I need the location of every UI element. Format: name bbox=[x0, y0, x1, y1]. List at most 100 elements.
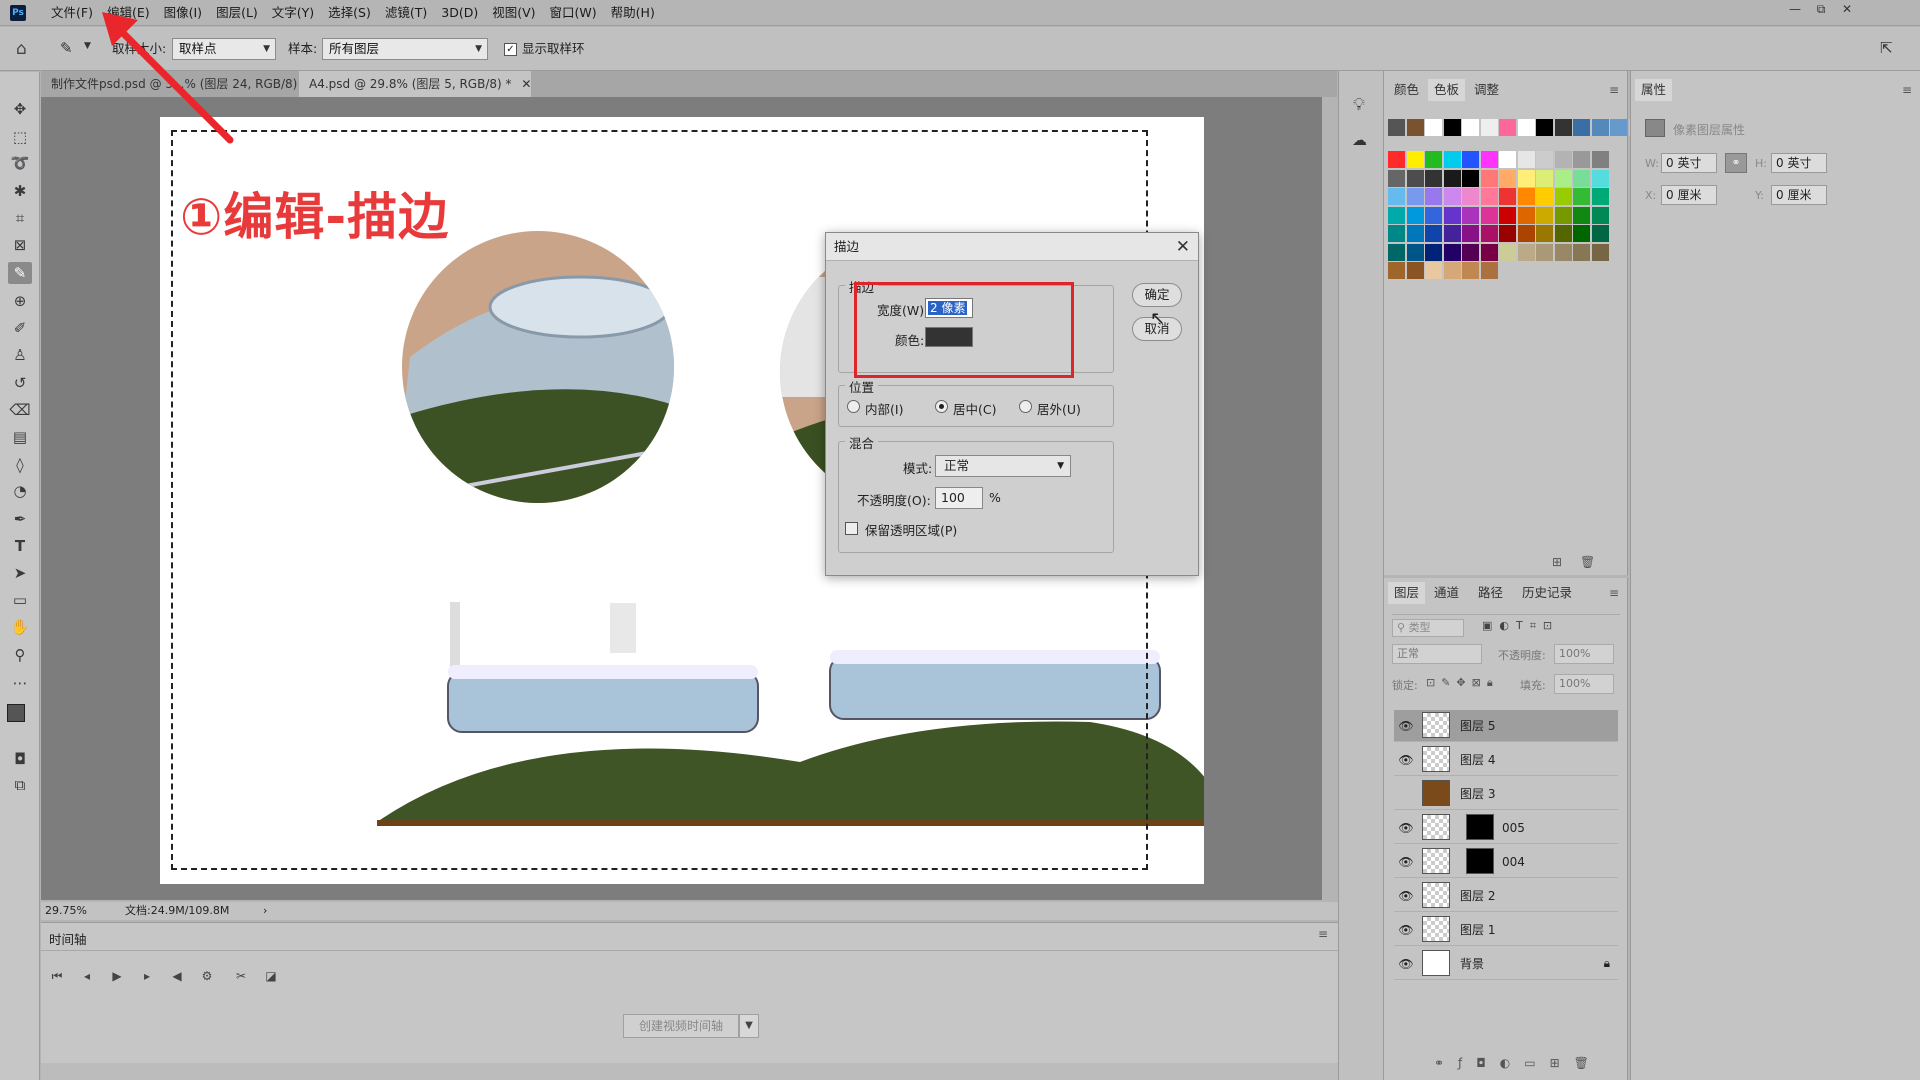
tab-document-2[interactable]: A4.psd @ 29.8% (图层 5, RGB/8) * ✕ bbox=[299, 71, 531, 97]
color-swatch[interactable] bbox=[1406, 151, 1424, 168]
tab-adjustments[interactable]: 调整 bbox=[1468, 79, 1505, 101]
home-icon[interactable]: ⌂ bbox=[16, 39, 27, 59]
zoom-tool-icon[interactable]: ⚲ bbox=[8, 644, 32, 666]
outside-radio[interactable] bbox=[1019, 400, 1032, 413]
color-swatch[interactable] bbox=[1573, 243, 1590, 261]
color-swatch[interactable] bbox=[1517, 206, 1535, 224]
color-swatch[interactable] bbox=[1388, 151, 1405, 168]
cloud-library-icon[interactable]: ☁ bbox=[1352, 131, 1367, 149]
color-swatch[interactable] bbox=[1462, 151, 1479, 168]
color-swatch[interactable] bbox=[1462, 206, 1479, 224]
color-swatch[interactable] bbox=[1425, 151, 1442, 168]
color-swatch[interactable] bbox=[1388, 262, 1405, 279]
trash-icon[interactable]: 🗑︎ bbox=[1580, 555, 1595, 569]
layer-mask-thumbnail[interactable] bbox=[1466, 848, 1494, 874]
eyedropper-tool-icon[interactable]: ✎ bbox=[8, 262, 32, 284]
color-swatch[interactable] bbox=[1480, 225, 1498, 242]
screen-mode-icon[interactable]: ⧉ bbox=[8, 774, 32, 796]
zoom-level[interactable]: 29.75% bbox=[45, 902, 87, 920]
recent-swatch[interactable] bbox=[1554, 119, 1572, 136]
color-swatch[interactable] bbox=[1517, 225, 1535, 242]
stamp-tool-icon[interactable]: ♙ bbox=[8, 344, 32, 366]
restore-button[interactable]: ⧉ bbox=[1810, 2, 1832, 18]
color-swatch[interactable] bbox=[1554, 169, 1572, 187]
prev-frame-icon[interactable]: ◂ bbox=[77, 967, 97, 985]
color-swatch[interactable] bbox=[1443, 206, 1461, 224]
color-swatch[interactable] bbox=[1517, 243, 1535, 261]
panel-menu-icon[interactable]: ≡ bbox=[1318, 927, 1328, 941]
panel-menu-icon[interactable]: ≡ bbox=[1609, 83, 1619, 97]
color-swatch[interactable] bbox=[1425, 243, 1442, 261]
color-swatch[interactable] bbox=[1388, 169, 1405, 187]
fill-field[interactable]: 100% bbox=[1554, 674, 1614, 694]
color-swatch[interactable] bbox=[1462, 188, 1479, 205]
color-swatch[interactable] bbox=[1517, 188, 1535, 205]
color-swatch[interactable] bbox=[1499, 169, 1516, 187]
color-swatch[interactable] bbox=[1462, 169, 1479, 187]
first-frame-icon[interactable]: ⏮ bbox=[47, 967, 67, 985]
healing-brush-icon[interactable]: ⊕ bbox=[8, 290, 32, 312]
x-field[interactable]: 0 厘米 bbox=[1661, 185, 1717, 205]
color-swatch[interactable] bbox=[1462, 225, 1479, 242]
menu-item-8[interactable]: 视图(V) bbox=[485, 0, 542, 26]
settings-icon[interactable]: ⚙ bbox=[197, 967, 217, 985]
blur-tool-icon[interactable]: ◊ bbox=[8, 454, 32, 476]
panel-menu-icon[interactable]: ≡ bbox=[1902, 83, 1912, 97]
tab-properties[interactable]: 属性 bbox=[1635, 79, 1673, 101]
opacity-input[interactable]: 100 bbox=[935, 487, 983, 509]
minimize-button[interactable]: — bbox=[1784, 2, 1806, 18]
color-swatch[interactable] bbox=[1462, 243, 1479, 261]
recent-swatch[interactable] bbox=[1517, 119, 1535, 136]
menu-item-7[interactable]: 3D(D) bbox=[434, 0, 485, 26]
color-swatch[interactable] bbox=[1554, 243, 1572, 261]
rectangle-tool-icon[interactable]: ▭ bbox=[8, 589, 32, 611]
visibility-eye-icon[interactable]: 👁︎ bbox=[1398, 719, 1414, 733]
tab-color[interactable]: 颜色 bbox=[1388, 79, 1425, 101]
color-swatch[interactable] bbox=[1591, 243, 1609, 261]
color-swatch[interactable] bbox=[1517, 151, 1535, 168]
color-swatch[interactable] bbox=[1443, 151, 1461, 168]
create-video-timeline-button[interactable]: 创建视频时间轴 bbox=[623, 1014, 739, 1038]
layer-row[interactable]: 👁︎ 图层 4 bbox=[1394, 744, 1618, 776]
quick-mask-icon[interactable]: ◘ bbox=[8, 748, 32, 770]
color-swatch[interactable] bbox=[1573, 169, 1590, 187]
color-swatch[interactable] bbox=[1591, 188, 1609, 205]
color-swatch[interactable] bbox=[1406, 206, 1424, 224]
color-swatch[interactable] bbox=[1406, 169, 1424, 187]
color-swatch[interactable] bbox=[1536, 243, 1553, 261]
close-icon[interactable]: ✕ bbox=[521, 77, 531, 91]
layer-actions[interactable]: ⚭ƒ◘◐▭⊞🗑︎ bbox=[1434, 1056, 1603, 1070]
brush-tool-icon[interactable]: ✐ bbox=[8, 317, 32, 339]
dodge-tool-icon[interactable]: ◔ bbox=[8, 480, 32, 502]
marquee-tool-icon[interactable]: ⬚ bbox=[8, 126, 32, 148]
color-swatch[interactable] bbox=[1425, 225, 1442, 242]
dialog-title-bar[interactable]: 描边 bbox=[826, 233, 1198, 261]
color-swatch[interactable] bbox=[1536, 225, 1553, 242]
recent-swatch[interactable] bbox=[1462, 119, 1479, 136]
lock-icons[interactable]: ⊡✎✥⊠🔒︎ bbox=[1426, 676, 1499, 690]
color-swatch[interactable] bbox=[1443, 169, 1461, 187]
tab-layers[interactable]: 图层 bbox=[1388, 582, 1426, 604]
layer-row[interactable]: 👁︎ 图层 2 bbox=[1394, 880, 1618, 912]
layer-mask-thumbnail[interactable] bbox=[1466, 814, 1494, 840]
height-field[interactable]: 0 英寸 bbox=[1771, 153, 1827, 173]
scissors-icon[interactable]: ✂ bbox=[231, 967, 251, 985]
color-swatch[interactable] bbox=[1499, 188, 1516, 205]
audio-icon[interactable]: ◀ bbox=[167, 967, 187, 985]
color-swatch[interactable] bbox=[1425, 169, 1442, 187]
menu-item-6[interactable]: 滤镜(T) bbox=[378, 0, 434, 26]
lightbulb-icon[interactable]: 💡︎ bbox=[1353, 95, 1365, 115]
blend-mode-dropdown[interactable]: 正常 bbox=[1392, 644, 1482, 664]
visibility-eye-icon[interactable]: 👁︎ bbox=[1398, 957, 1414, 971]
recent-swatch[interactable] bbox=[1536, 119, 1553, 136]
gradient-tool-icon[interactable]: ▤ bbox=[8, 426, 32, 448]
history-brush-icon[interactable]: ↺ bbox=[8, 372, 32, 394]
frame-tool-icon[interactable]: ⊠ bbox=[8, 234, 32, 256]
chevron-down-icon[interactable]: ▼ bbox=[739, 1014, 759, 1038]
color-swatch[interactable] bbox=[1573, 151, 1590, 168]
visibility-eye-icon[interactable]: 👁︎ bbox=[1398, 821, 1414, 835]
eyedropper-icon[interactable]: ✎ bbox=[60, 39, 73, 57]
more-tools-icon[interactable]: ⋯ bbox=[8, 672, 32, 694]
color-swatch[interactable] bbox=[1554, 188, 1572, 205]
color-swatch[interactable] bbox=[1480, 169, 1498, 187]
